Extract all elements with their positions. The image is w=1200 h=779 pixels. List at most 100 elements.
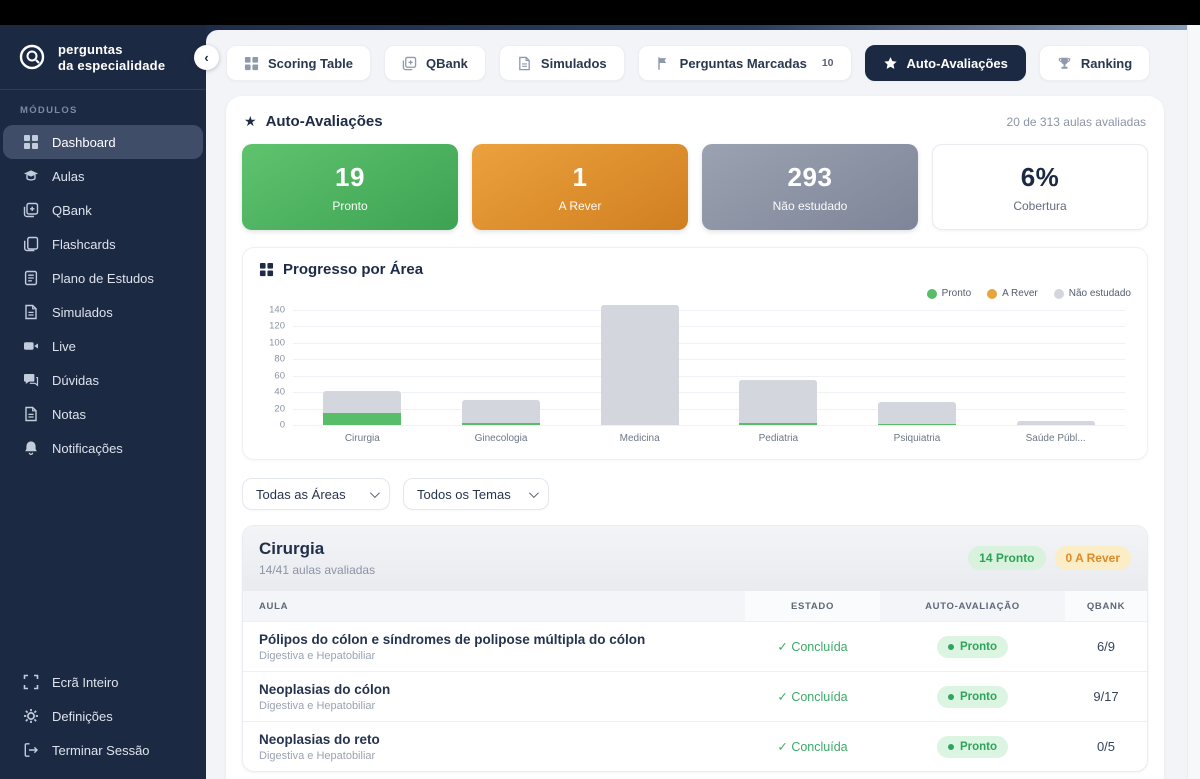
logout-icon: [23, 742, 39, 758]
sidebar-item-simulados[interactable]: Simulados: [3, 295, 203, 329]
app-logo: perguntas da especialidade: [0, 25, 206, 89]
column-header-qbank: QBANK: [1065, 591, 1147, 621]
tab-scoring-table[interactable]: Scoring Table: [226, 45, 371, 81]
stat-label: Não estudado: [773, 199, 848, 213]
column-header-estado: ESTADO: [745, 591, 880, 621]
trophy-icon: [1057, 56, 1072, 71]
vertical-scrollbar[interactable]: [1187, 25, 1200, 779]
file-icon: [517, 56, 532, 71]
tab-label: Perguntas Marcadas: [680, 56, 807, 71]
stat-card-a-rever[interactable]: 1 A Rever: [472, 144, 688, 230]
legend-dot-gray: [1054, 289, 1064, 299]
sidebar-item-label: Live: [52, 339, 76, 354]
a-rever-count-badge: 0 A Rever: [1055, 546, 1131, 570]
tab-simulados[interactable]: Simulados: [499, 45, 625, 81]
logo-text: perguntas da especialidade: [58, 42, 165, 73]
bar-segment-n-o-estudado: [601, 305, 679, 425]
bar-slot-psiquiatria: [848, 303, 987, 425]
x-axis-label: Medicina: [620, 433, 660, 444]
sidebar-item-label: Terminar Sessão: [52, 743, 150, 758]
tema-filter-select[interactable]: Todos os Temas: [403, 478, 549, 510]
bar-segment-pronto: [878, 424, 956, 425]
table-row[interactable]: Neoplasias do cólon Digestiva e Hepatobi…: [243, 671, 1147, 721]
stat-cards: 19 Pronto 1 A Rever 293 Não estudado 6% …: [242, 144, 1148, 230]
stat-card-cobertura[interactable]: 6% Cobertura: [932, 144, 1148, 230]
lesson-cell: Neoplasias do reto Digestiva e Hepatobil…: [243, 732, 745, 762]
dashboard-icon: [23, 134, 39, 150]
bar-segment-pronto: [739, 423, 817, 425]
tab-perguntas-marcadas[interactable]: Perguntas Marcadas 10: [638, 45, 852, 81]
sidebar-item-terminar-sessao[interactable]: Terminar Sessão: [3, 733, 203, 767]
table-row[interactable]: Neoplasias do reto Digestiva e Hepatobil…: [243, 721, 1147, 771]
legend-label: Não estudado: [1069, 288, 1131, 299]
bar-segment-n-o-estudado: [1017, 421, 1095, 425]
bar-slot-sa-de-p-bl-: [986, 303, 1125, 425]
sidebar-footer: Ecrã Inteiro Definições Terminar Sessão: [0, 665, 206, 779]
sidebar-item-duvidas[interactable]: Dúvidas: [3, 363, 203, 397]
x-axis-label: Psiquiatria: [894, 433, 941, 444]
sidebar-item-aulas[interactable]: Aulas: [3, 159, 203, 193]
x-axis-label: Saúde Públ...: [1026, 433, 1086, 444]
sidebar-item-live[interactable]: Live: [3, 329, 203, 363]
stat-label: Pronto: [332, 199, 367, 213]
pill-label: Pronto: [960, 741, 997, 753]
gear-icon: [23, 708, 39, 724]
y-axis-tick: 140: [269, 304, 285, 315]
tab-qbank[interactable]: QBank: [384, 45, 486, 81]
sidebar-item-label: Simulados: [52, 305, 113, 320]
estado-value: ✓ Concluída: [745, 689, 880, 704]
stat-card-nao-estudado[interactable]: 293 Não estudado: [702, 144, 918, 230]
sidebar-item-notificacoes[interactable]: Notificações: [3, 431, 203, 465]
logo-icon: [16, 42, 48, 74]
sidebar-item-flashcards[interactable]: Flashcards: [3, 227, 203, 261]
video-camera-icon: [23, 338, 39, 354]
sidebar-item-ecra-inteiro[interactable]: Ecrã Inteiro: [3, 665, 203, 699]
grid-icon: [244, 56, 259, 71]
chart-legend: Pronto A Rever Não estudado: [259, 288, 1131, 299]
stacked-bar: [462, 400, 540, 425]
sidebar-item-label: Plano de Estudos: [52, 271, 154, 286]
fullscreen-icon: [23, 674, 39, 690]
table-row[interactable]: Pólipos do cólon e síndromes de polipose…: [243, 621, 1147, 671]
y-axis-tick: 40: [274, 387, 285, 398]
column-header-aula: AULA: [243, 591, 745, 621]
logo-line2: da especialidade: [58, 58, 165, 74]
star-icon: ★: [244, 113, 257, 130]
stat-card-pronto[interactable]: 19 Pronto: [242, 144, 458, 230]
sidebar-item-definicoes[interactable]: Definições: [3, 699, 203, 733]
evaluated-summary: 20 de 313 aulas avaliadas: [1007, 115, 1146, 129]
bell-icon: [23, 440, 39, 456]
pill-label: Pronto: [960, 691, 997, 703]
avaliacao-cell: Pronto: [880, 686, 1065, 708]
sidebar-item-dashboard[interactable]: Dashboard: [3, 125, 203, 159]
stat-value: 1: [573, 162, 588, 193]
x-axis-label: Cirurgia: [345, 433, 380, 444]
area-filter-select[interactable]: Todas as Áreas: [242, 478, 390, 510]
sidebar-item-qbank[interactable]: QBank: [3, 193, 203, 227]
main-content: Scoring Table QBank Simulados Perguntas …: [206, 30, 1200, 779]
lesson-title: Neoplasias do reto: [243, 732, 745, 747]
sidebar-item-plano-de-estudos[interactable]: Plano de Estudos: [3, 261, 203, 295]
y-axis-tick: 100: [269, 337, 285, 348]
tab-count-badge: 10: [822, 57, 834, 69]
filters-row: Todas as Áreas Todos os Temas: [242, 478, 1148, 510]
tab-auto-avaliacoes[interactable]: Auto-Avaliações: [865, 45, 1026, 81]
sidebar-item-label: Definições: [52, 709, 113, 724]
study-plan-icon: [23, 270, 39, 286]
y-axis-tick: 20: [274, 403, 285, 414]
tab-label: Auto-Avaliações: [907, 56, 1008, 71]
sidebar-item-notas[interactable]: Notas: [3, 397, 203, 431]
avaliacao-cell: Pronto: [880, 736, 1065, 758]
notes-icon: [23, 406, 39, 422]
app-window: perguntas da especialidade MÓDULOS Dashb…: [0, 0, 1200, 779]
sidebar-collapse-button[interactable]: ‹: [194, 45, 219, 70]
bar-slot-pediatria: [709, 303, 848, 425]
bar-segment-pronto: [323, 413, 401, 425]
x-axis-label: Ginecologia: [475, 433, 528, 444]
sidebar-item-label: Aulas: [52, 169, 85, 184]
sidebar-item-label: Ecrã Inteiro: [52, 675, 118, 690]
tab-label: Simulados: [541, 56, 607, 71]
panel-header: ★ Auto-Avaliações 20 de 313 aulas avalia…: [242, 111, 1148, 130]
tab-ranking[interactable]: Ranking: [1039, 45, 1150, 81]
progress-chart-card: Progresso por Área Pronto A Rever: [242, 247, 1148, 460]
